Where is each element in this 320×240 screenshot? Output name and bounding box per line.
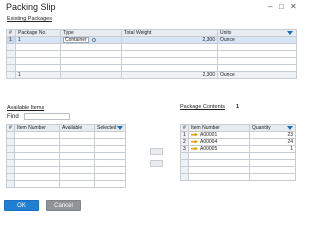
col-header-num: #: [180, 124, 189, 132]
table-row[interactable]: [6, 138, 126, 146]
table-row[interactable]: [180, 173, 296, 181]
packing-slip-window: Packing Slip – □ ✕ Existing Packages # P…: [0, 0, 300, 218]
find-input[interactable]: [24, 113, 70, 120]
table-row[interactable]: [6, 173, 126, 181]
quantity-cell[interactable]: 23: [249, 131, 296, 139]
total-weight-cell[interactable]: 2,300: [121, 36, 218, 44]
package-contents-label[interactable]: Package Contents: [180, 104, 225, 110]
existing-packages-table: # Package No. Type Total Weight Units 1 …: [6, 29, 297, 79]
item-number-cell[interactable]: A00005: [188, 145, 250, 153]
add-to-package-button[interactable]: [150, 148, 163, 155]
units-cell[interactable]: Ounce: [217, 36, 297, 44]
existing-packages-label[interactable]: Existing Packages: [7, 16, 52, 22]
package-contents-table: # Item Number Quantity 1 A00001 23 2 A00…: [180, 124, 296, 181]
available-items-table: # Item Number Available Selected: [6, 124, 126, 188]
item-number-text: A00004: [200, 139, 218, 145]
expand-columns-icon[interactable]: [117, 126, 123, 130]
footer-total-weight: 2,300: [121, 71, 218, 79]
col-header-num: #: [6, 124, 15, 132]
table-row[interactable]: 1 A00001 23: [180, 131, 296, 139]
table-row[interactable]: [6, 43, 297, 51]
table-row[interactable]: 2 A00004 24: [180, 138, 296, 146]
link-arrow-icon[interactable]: [191, 132, 198, 137]
ok-button[interactable]: OK: [4, 200, 39, 211]
type-cell[interactable]: Container: [60, 36, 122, 44]
row-number[interactable]: 2: [180, 138, 189, 146]
quantity-cell[interactable]: 1: [249, 145, 296, 153]
row-number[interactable]: 3: [180, 145, 189, 153]
link-arrow-icon[interactable]: [191, 139, 198, 144]
remove-from-package-button[interactable]: [150, 160, 163, 167]
col-header-package-no[interactable]: Package No.: [15, 29, 61, 37]
minimize-icon[interactable]: –: [268, 3, 272, 11]
col-header-total-weight[interactable]: Total Weight: [121, 29, 218, 37]
col-header-type[interactable]: Type: [60, 29, 122, 37]
row-number[interactable]: 1: [6, 36, 16, 44]
table-footer-row: 1 2,300 Ounce: [6, 71, 297, 79]
find-label: Find: [7, 114, 19, 120]
available-items-label[interactable]: Available Items: [7, 105, 44, 111]
table-row[interactable]: [6, 166, 126, 174]
maximize-icon[interactable]: □: [279, 3, 284, 11]
item-number-cell[interactable]: A00001: [188, 131, 250, 139]
expand-columns-icon[interactable]: [287, 126, 293, 130]
package-contents-count: 1: [236, 104, 240, 110]
window-title: Packing Slip: [6, 2, 56, 12]
table-row[interactable]: [6, 145, 126, 153]
row-number[interactable]: 1: [180, 131, 189, 139]
footer-package-no: 1: [15, 71, 61, 79]
link-arrow-icon[interactable]: [191, 146, 198, 151]
table-row[interactable]: [6, 159, 126, 167]
choose-from-list-icon[interactable]: [91, 37, 96, 42]
cancel-button[interactable]: Cancel: [46, 200, 81, 211]
table-row[interactable]: [180, 159, 296, 167]
table-row[interactable]: [6, 57, 297, 65]
close-icon[interactable]: ✕: [290, 3, 297, 11]
table-header-row: # Item Number Quantity: [180, 124, 296, 132]
table-row[interactable]: 3 A00005 1: [180, 145, 296, 153]
expand-columns-icon[interactable]: [287, 31, 293, 35]
footer-units: Ounce: [217, 71, 297, 79]
col-header-item-number[interactable]: Item Number: [14, 124, 60, 132]
col-header-available[interactable]: Available: [59, 124, 95, 132]
package-no-cell[interactable]: 1: [15, 36, 61, 44]
table-row[interactable]: [6, 152, 126, 160]
table-row[interactable]: [6, 50, 297, 58]
type-input[interactable]: Container: [63, 37, 89, 43]
table-header-row: # Item Number Available Selected: [6, 124, 126, 132]
quantity-cell[interactable]: 24: [249, 138, 296, 146]
title-bar: Packing Slip – □ ✕: [0, 0, 300, 14]
col-header-num: #: [6, 29, 16, 37]
col-header-units[interactable]: Units: [217, 29, 297, 37]
table-row[interactable]: 1 1 Container 2,300 Ounce: [6, 36, 297, 44]
table-row[interactable]: [6, 180, 126, 188]
item-number-text: A00005: [200, 146, 218, 152]
item-number-cell[interactable]: A00004: [188, 138, 250, 146]
table-header-row: # Package No. Type Total Weight Units: [6, 29, 297, 37]
item-number-text: A00001: [200, 132, 218, 138]
table-row[interactable]: [6, 64, 297, 72]
table-row[interactable]: [6, 131, 126, 139]
table-row[interactable]: [180, 152, 296, 160]
col-header-item-number[interactable]: Item Number: [188, 124, 250, 132]
table-row[interactable]: [180, 166, 296, 174]
